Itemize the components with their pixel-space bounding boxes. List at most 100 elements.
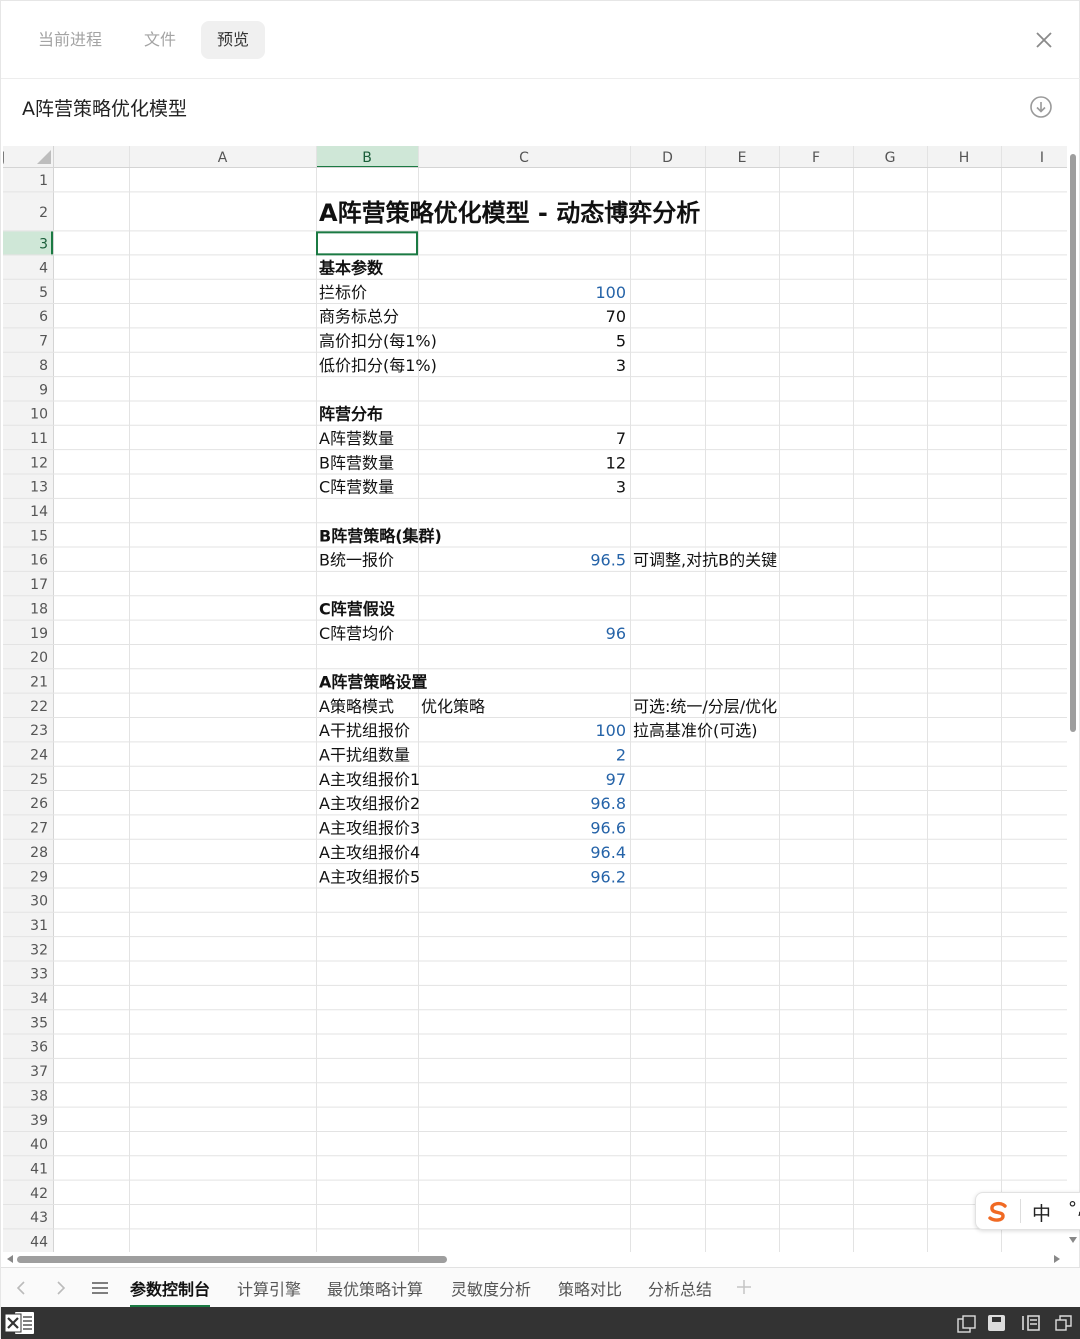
- row-header-33[interactable]: 33: [30, 967, 48, 983]
- cell-C19[interactable]: 96: [606, 624, 626, 643]
- row-header-11[interactable]: 11: [30, 431, 48, 447]
- row-header-8[interactable]: 8: [39, 358, 48, 374]
- sheet-tab-4[interactable]: 策略对比: [558, 1276, 622, 1300]
- column-header-G[interactable]: G: [885, 150, 896, 166]
- cell-C8[interactable]: 3: [616, 356, 626, 375]
- row-header-42[interactable]: 42: [30, 1186, 48, 1202]
- cell-B10[interactable]: 阵营分布: [319, 405, 383, 424]
- row-header-18[interactable]: 18: [30, 601, 48, 617]
- spreadsheet-canvas[interactable]: ABCDEFGHIJ123456789101112131415161718192…: [3, 146, 1067, 1252]
- cell-B5[interactable]: 拦标价: [319, 283, 367, 302]
- next-sheet-icon[interactable]: [55, 1280, 67, 1296]
- row-header-37[interactable]: 37: [30, 1064, 48, 1080]
- cell-D16[interactable]: 可调整,对抗B的关键: [633, 551, 777, 570]
- row-header-10[interactable]: 10: [30, 407, 48, 423]
- cell-B28[interactable]: A主攻组报价4: [319, 843, 420, 862]
- row-header-34[interactable]: 34: [30, 991, 48, 1007]
- sheet-tab-5[interactable]: 分析总结: [648, 1276, 712, 1300]
- row-header-6[interactable]: 6: [39, 309, 48, 325]
- cell-B8[interactable]: 低价扣分(每1%): [319, 356, 437, 375]
- cell-C27[interactable]: 96.6: [590, 819, 626, 838]
- vertical-scroll-thumb[interactable]: [1070, 154, 1076, 732]
- cell-B6[interactable]: 商务标总分: [319, 307, 399, 326]
- cell-B21[interactable]: A阵营策略设置: [319, 672, 427, 691]
- scroll-left-arrow-icon[interactable]: [6, 1255, 14, 1263]
- row-header-21[interactable]: 21: [30, 674, 48, 690]
- column-header-H[interactable]: H: [959, 150, 970, 166]
- row-header-20[interactable]: 20: [30, 650, 48, 666]
- cell-C11[interactable]: 7: [616, 429, 626, 448]
- cell-C22[interactable]: 优化策略: [421, 697, 485, 716]
- row-header-30[interactable]: 30: [30, 894, 48, 910]
- row-header-39[interactable]: 39: [30, 1113, 48, 1129]
- row-header-3[interactable]: 3: [39, 236, 48, 252]
- cell-C28[interactable]: 96.4: [590, 843, 626, 862]
- restore-window-icon[interactable]: [1055, 1315, 1073, 1331]
- cell-C5[interactable]: 100: [595, 283, 626, 302]
- scroll-down-arrow-icon[interactable]: [1069, 1236, 1077, 1244]
- sheet-tab-2[interactable]: 最优策略计算: [327, 1276, 423, 1300]
- row-header-13[interactable]: 13: [30, 480, 48, 496]
- cell-B22[interactable]: A策略模式: [319, 697, 394, 716]
- row-header-29[interactable]: 29: [30, 869, 48, 885]
- row-header-41[interactable]: 41: [30, 1161, 48, 1177]
- row-header-7[interactable]: 7: [39, 334, 48, 350]
- column-header-B[interactable]: B: [362, 150, 372, 166]
- row-header-1[interactable]: 1: [39, 173, 48, 189]
- sogou-ime-logo-icon[interactable]: [986, 1201, 1010, 1223]
- close-icon[interactable]: [1033, 29, 1055, 51]
- row-header-26[interactable]: 26: [30, 796, 48, 812]
- pages-icon[interactable]: [957, 1315, 977, 1333]
- sheet-tab-0[interactable]: 参数控制台: [130, 1276, 211, 1308]
- row-header-44[interactable]: 44: [30, 1235, 48, 1251]
- cell-B26[interactable]: A主攻组报价2: [319, 794, 420, 813]
- sheet-tab-3[interactable]: 灵敏度分析: [451, 1276, 531, 1300]
- cell-B2[interactable]: A阵营策略优化模型 - 动态博弈分析: [319, 199, 700, 227]
- row-header-22[interactable]: 22: [30, 699, 48, 715]
- scroll-right-arrow-icon[interactable]: [1053, 1255, 1061, 1263]
- cell-B27[interactable]: A主攻组报价3: [319, 819, 420, 838]
- cell-C12[interactable]: 12: [606, 453, 626, 472]
- tab-current-process[interactable]: 当前进程: [23, 21, 117, 59]
- cell-D22[interactable]: 可选:统一/分层/优化: [633, 697, 777, 716]
- cell-C23[interactable]: 100: [595, 721, 626, 740]
- cell-C26[interactable]: 96.8: [590, 794, 626, 813]
- cell-C16[interactable]: 96.5: [590, 551, 626, 570]
- column-header-C[interactable]: C: [519, 150, 529, 166]
- cell-C6[interactable]: 70: [606, 307, 626, 326]
- horizontal-scroll-thumb[interactable]: [17, 1256, 447, 1263]
- cell-B19[interactable]: C阵营均价: [319, 624, 394, 643]
- column-header-D[interactable]: D: [662, 150, 673, 166]
- row-header-28[interactable]: 28: [30, 845, 48, 861]
- tab-preview[interactable]: 预览: [201, 21, 265, 59]
- spreadsheet-grid[interactable]: ABCDEFGHIJ123456789101112131415161718192…: [3, 146, 1067, 1252]
- cell-C25[interactable]: 97: [606, 770, 626, 789]
- row-header-27[interactable]: 27: [30, 821, 48, 837]
- cell-C24[interactable]: 2: [616, 746, 626, 765]
- cell-B25[interactable]: A主攻组报价1: [319, 770, 420, 789]
- row-header-23[interactable]: 23: [30, 723, 48, 739]
- cell-B23[interactable]: A干扰组报价: [319, 721, 410, 740]
- row-header-19[interactable]: 19: [30, 626, 48, 642]
- save-icon[interactable]: [987, 1314, 1007, 1332]
- sheet-tab-1[interactable]: 计算引擎: [237, 1276, 301, 1300]
- row-header-35[interactable]: 35: [30, 1015, 48, 1031]
- cell-B16[interactable]: B统一报价: [319, 551, 394, 570]
- row-header-15[interactable]: 15: [30, 528, 48, 544]
- download-icon[interactable]: [1029, 95, 1053, 119]
- cell-B4[interactable]: 基本参数: [318, 259, 384, 278]
- row-header-40[interactable]: 40: [30, 1137, 48, 1153]
- horizontal-scrollbar[interactable]: [3, 1252, 1067, 1266]
- cell-B18[interactable]: C阵营假设: [319, 599, 396, 618]
- cell-C29[interactable]: 96.2: [590, 867, 626, 886]
- row-header-43[interactable]: 43: [30, 1210, 48, 1226]
- cell-B13[interactable]: C阵营数量: [319, 478, 394, 497]
- row-header-25[interactable]: 25: [30, 772, 48, 788]
- add-sheet-icon[interactable]: [736, 1279, 752, 1295]
- row-header-17[interactable]: 17: [30, 577, 48, 593]
- row-header-4[interactable]: 4: [39, 261, 48, 277]
- row-header-38[interactable]: 38: [30, 1088, 48, 1104]
- ime-punctuation-icon[interactable]: °,: [1068, 1198, 1080, 1219]
- column-header-J[interactable]: J: [3, 150, 5, 166]
- row-header-2[interactable]: 2: [39, 205, 48, 221]
